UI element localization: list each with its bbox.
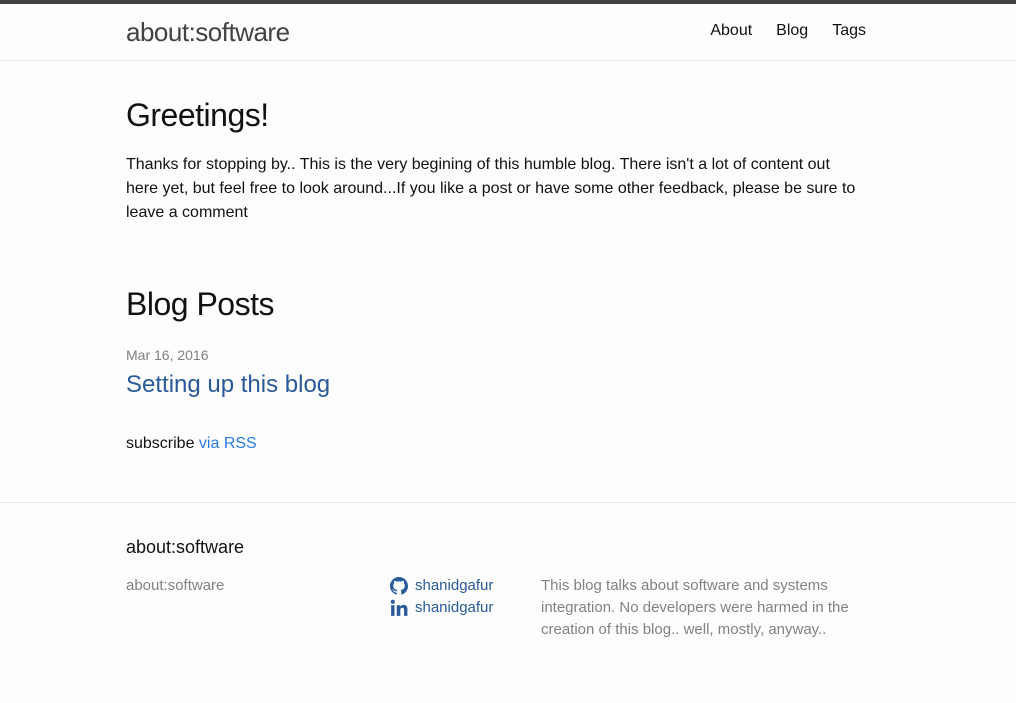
post-date: Mar 16, 2016: [126, 347, 209, 363]
footer-heading: about:software: [126, 537, 245, 557]
github-icon: [390, 577, 408, 595]
footer-site-name: about:software: [126, 577, 225, 594]
subscribe-line: subscribe via RSS: [126, 432, 257, 456]
post-title-link[interactable]: Setting up this blog: [126, 369, 330, 401]
blog-posts-heading: Blog Posts: [126, 286, 274, 322]
nav-link-tags[interactable]: Tags: [832, 19, 866, 43]
footer-social-list: shanidgafur shanidgafur: [390, 575, 493, 619]
linkedin-icon: [390, 599, 408, 617]
intro-text: Thanks for stopping by.. This is the ver…: [126, 156, 856, 221]
linkedin-username-link[interactable]: shanidgafur: [415, 597, 493, 619]
site-footer: about:software about:software shanidgafu…: [0, 502, 1016, 703]
github-username-link[interactable]: shanidgafur: [415, 575, 493, 597]
intro-heading: Greetings!: [126, 97, 269, 133]
main-nav: About Blog Tags: [710, 19, 866, 43]
subscribe-label: subscribe: [126, 435, 199, 452]
footer-description: This blog talks about software and syste…: [541, 577, 849, 638]
nav-link-blog[interactable]: Blog: [776, 19, 808, 43]
social-item-github[interactable]: shanidgafur: [390, 575, 493, 597]
site-title-link[interactable]: about:software: [126, 16, 290, 48]
site-header: about:software About Blog Tags: [0, 4, 1016, 61]
social-item-linkedin[interactable]: shanidgafur: [390, 597, 493, 619]
rss-link[interactable]: via RSS: [199, 435, 257, 452]
post-title-text: Setting up this blog: [126, 371, 331, 398]
nav-link-about[interactable]: About: [710, 19, 752, 43]
